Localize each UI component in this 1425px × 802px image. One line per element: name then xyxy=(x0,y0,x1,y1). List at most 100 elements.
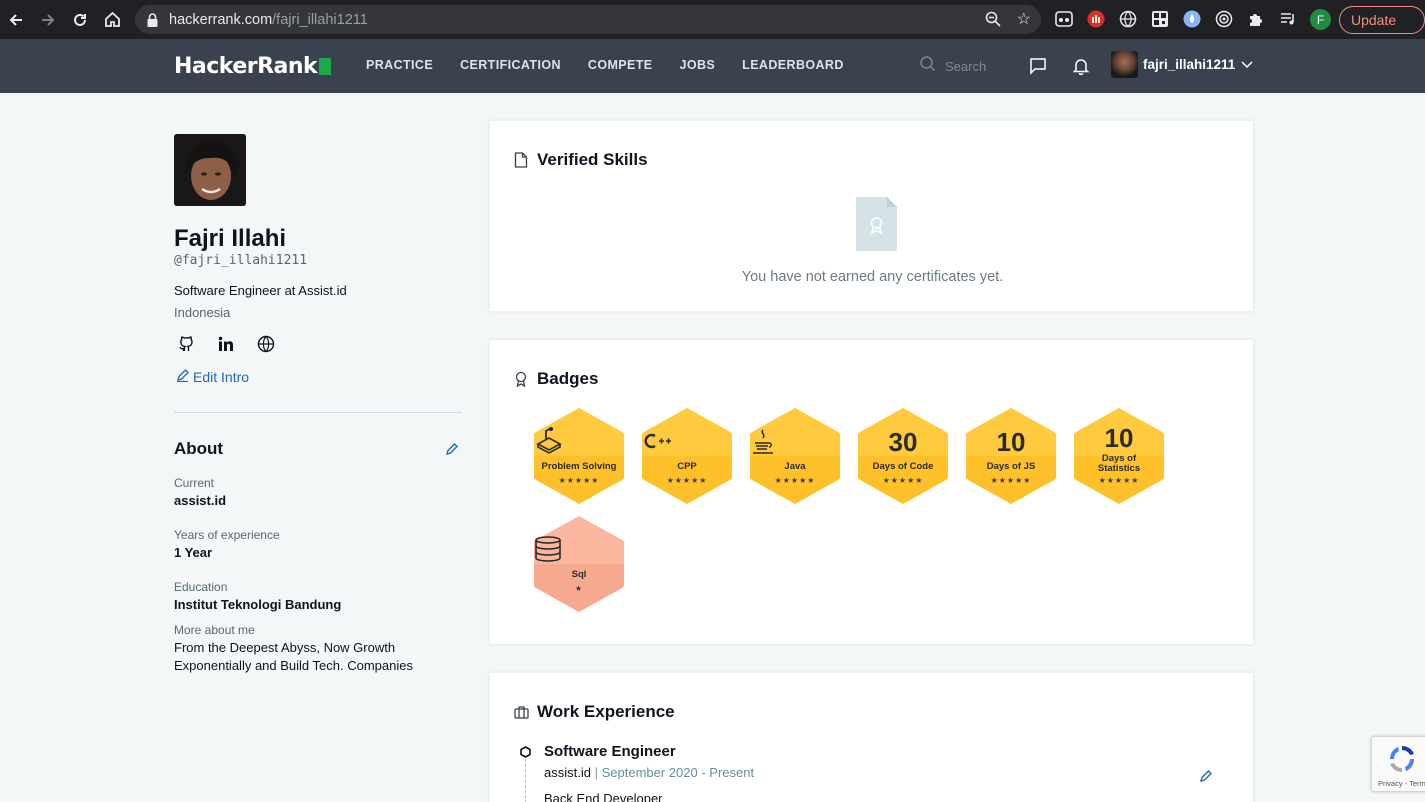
profile-divider xyxy=(174,412,462,413)
nav-leaderboard[interactable]: LEADERBOARD xyxy=(742,58,844,72)
about-field-label: Years of experience xyxy=(174,528,280,542)
badge-stars: ★★★★★ xyxy=(882,476,924,485)
recaptcha-logo-icon xyxy=(1386,743,1418,780)
user-menu[interactable]: fajri_illahi1211 xyxy=(1111,51,1253,78)
recaptcha-badge[interactable]: Privacy - Terms xyxy=(1371,736,1425,792)
recaptcha-terms: Privacy - Terms xyxy=(1378,779,1425,788)
badge-stars: ★★★★★ xyxy=(1098,476,1140,485)
work-experience-card: Work Experience Software Engineer assist… xyxy=(489,672,1254,802)
lock-icon xyxy=(147,12,159,27)
edit-intro-link[interactable]: Edit Intro xyxy=(176,369,249,385)
timeline-line xyxy=(525,759,526,802)
search-icon xyxy=(920,56,936,77)
url-path: /fajri_illahi1211 xyxy=(272,11,368,28)
hackerrank-logo[interactable]: HackerRank xyxy=(174,54,332,79)
job-separator: | xyxy=(594,765,598,780)
badge-problem-solving[interactable]: Problem Solving ★★★★★ xyxy=(534,407,624,505)
logo-text: HackerRank xyxy=(174,54,318,79)
home-icon[interactable] xyxy=(96,0,128,39)
profile-name: Fajri Illahi xyxy=(174,225,287,252)
badges-card: Badges Problem Solving ★★★★★ CPP ★★★★★ J… xyxy=(489,339,1254,645)
badge-number: 10 xyxy=(1104,423,1134,453)
briefcase-icon xyxy=(514,705,529,724)
badge-10-days-of-js[interactable]: 10 Days of JS ★★★★★ xyxy=(966,407,1056,505)
about-current: Current assist.id xyxy=(174,476,226,508)
profile-photo xyxy=(174,134,246,206)
about-field-value: assist.id xyxy=(174,493,227,508)
no-certificates-message: You have not earned any certificates yet… xyxy=(741,269,1004,285)
url-text: hackerrank.com/fajri_illahi1211 xyxy=(169,12,368,28)
puzzle-extensions-icon[interactable] xyxy=(1247,10,1265,28)
about-field-value: From the Deepest Abyss, Now Growth Expon… xyxy=(174,640,413,673)
url-host: hackerrank.com xyxy=(169,11,273,28)
badge-stars: ★ xyxy=(574,584,584,593)
main-nav: PRACTICE CERTIFICATION COMPETE JOBS LEAD… xyxy=(366,58,871,72)
nav-practice[interactable]: PRACTICE xyxy=(366,58,433,72)
job-description: Back End Developer xyxy=(544,791,663,802)
about-field-label: More about me xyxy=(174,623,255,637)
extension-icon-2[interactable] xyxy=(1087,10,1105,28)
linkedin-icon[interactable] xyxy=(216,334,236,354)
website-globe-icon[interactable] xyxy=(256,334,276,354)
notifications-bell-icon[interactable] xyxy=(1072,57,1090,80)
nav-compete[interactable]: COMPETE xyxy=(588,58,653,72)
back-icon[interactable] xyxy=(0,0,32,39)
badge-label: Days of JS xyxy=(986,461,1036,472)
address-bar[interactable]: hackerrank.com/fajri_illahi1211 ☆ xyxy=(135,5,1041,34)
bookmark-star-icon[interactable]: ☆ xyxy=(1017,9,1031,29)
browser-update-button[interactable]: Update xyxy=(1339,6,1425,34)
target-extension-icon[interactable] xyxy=(1215,10,1233,28)
about-education: Education Institut Teknologi Bandung xyxy=(174,580,341,612)
media-queue-icon[interactable] xyxy=(1279,10,1297,28)
about-heading: About xyxy=(174,439,224,458)
edit-intro-label: Edit Intro xyxy=(193,369,250,385)
badge-number: 30 xyxy=(888,427,918,457)
logo-square xyxy=(319,58,332,75)
badge-stars: ★★★★★ xyxy=(774,476,816,485)
forward-icon[interactable] xyxy=(32,0,64,39)
qr-extension-icon[interactable] xyxy=(1151,10,1169,28)
nav-jobs[interactable]: JOBS xyxy=(680,58,716,72)
github-icon[interactable] xyxy=(176,334,196,354)
search-input[interactable]: Search xyxy=(920,56,986,77)
badge-number: 10 xyxy=(996,427,1026,457)
profile-role: Software Engineer at Assist.id xyxy=(174,283,347,298)
social-links xyxy=(176,334,296,354)
drop-extension-icon[interactable] xyxy=(1183,10,1201,28)
about-more: More about me From the Deepest Abyss, No… xyxy=(174,623,444,675)
messages-icon[interactable] xyxy=(1029,57,1047,80)
edit-about-pencil-icon[interactable] xyxy=(445,442,459,461)
verified-skills-title: Verified Skills xyxy=(537,150,648,169)
job-dates: September 2020 - Present xyxy=(601,765,755,780)
browser-toolbar: hackerrank.com/fajri_illahi1211 ☆ F Upda… xyxy=(0,0,1425,39)
timeline-hexagon-icon xyxy=(520,745,531,758)
extension-icon-1[interactable] xyxy=(1055,10,1073,28)
badge-label: Days of Statistics xyxy=(1097,453,1141,474)
badge-30-days-of-code[interactable]: 30 Days of Code ★★★★★ xyxy=(858,407,948,505)
award-ribbon-icon xyxy=(514,371,528,392)
pencil-icon xyxy=(176,369,189,385)
job-company: assist.id xyxy=(544,765,591,780)
search-placeholder: Search xyxy=(945,59,987,74)
certificate-placeholder-icon xyxy=(856,197,897,251)
document-icon xyxy=(514,152,528,173)
reload-icon[interactable] xyxy=(64,0,96,39)
chevron-down-icon xyxy=(1241,56,1253,74)
badge-10-days-of-statistics[interactable]: 10 Days of Statistics ★★★★★ xyxy=(1074,407,1164,505)
work-experience-title: Work Experience xyxy=(537,702,675,721)
site-header: HackerRank PRACTICE CERTIFICATION COMPET… xyxy=(0,39,1425,93)
badge-java[interactable]: Java ★★★★★ xyxy=(750,407,840,505)
job-meta: assist.id | September 2020 - Present xyxy=(544,765,754,780)
globe-extension-icon[interactable] xyxy=(1119,10,1137,28)
about-field-value: Institut Teknologi Bandung xyxy=(174,597,342,612)
badge-sql[interactable]: Sql ★ xyxy=(534,515,624,613)
edit-job-pencil-icon[interactable] xyxy=(1199,769,1213,788)
about-field-label: Education xyxy=(174,580,228,594)
browser-profile-avatar[interactable]: F xyxy=(1310,9,1331,30)
zoom-icon[interactable] xyxy=(985,11,1001,32)
badge-stars: ★★★★★ xyxy=(666,476,708,485)
about-field-label: Current xyxy=(174,476,215,490)
profile-handle: @fajri_illahi1211 xyxy=(174,253,308,268)
badge-cpp[interactable]: CPP ★★★★★ xyxy=(642,407,732,505)
nav-certification[interactable]: CERTIFICATION xyxy=(460,58,561,72)
